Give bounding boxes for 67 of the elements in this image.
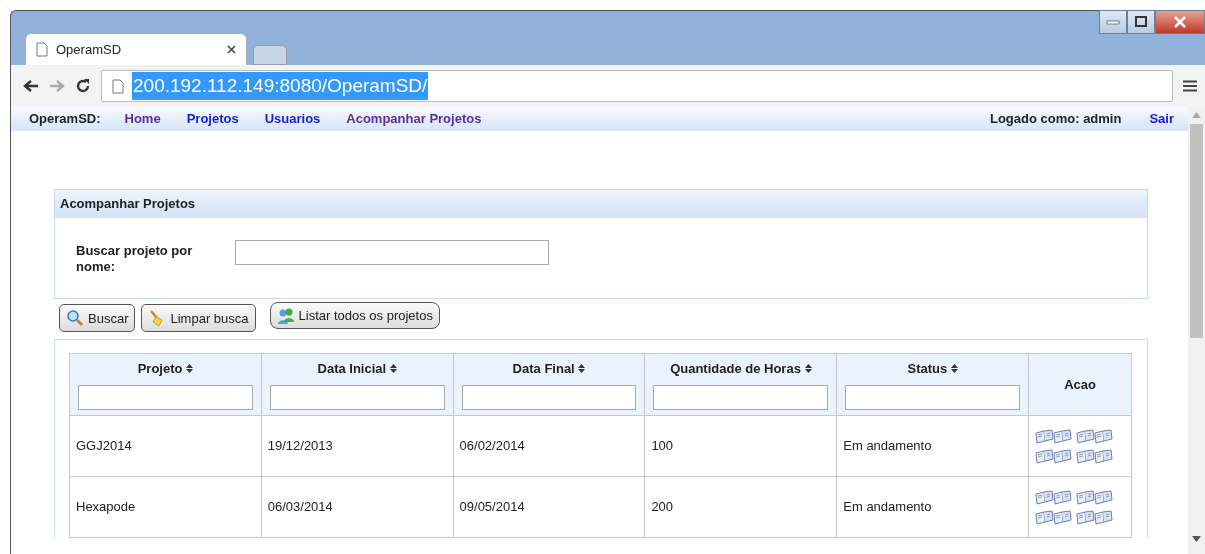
table-cell: Hexapode — [69, 476, 262, 538]
book-icon[interactable] — [1076, 446, 1115, 465]
column-header: Acao — [1028, 353, 1132, 416]
column-header[interactable]: Quantidade de Horas — [644, 353, 837, 416]
forward-arrow-icon[interactable] — [49, 79, 65, 93]
table-cell: Em andamento — [836, 415, 1029, 477]
book-icon[interactable] — [1035, 487, 1074, 506]
column-filter-field[interactable] — [461, 384, 637, 410]
table-cell: GGJ2014 — [69, 415, 262, 477]
table-cell: 09/05/2014 — [453, 476, 645, 538]
column-header[interactable]: Projeto — [69, 353, 262, 416]
column-filter-field[interactable] — [845, 384, 1021, 410]
book-icon[interactable] — [1035, 507, 1074, 526]
minimize-icon — [1106, 19, 1120, 25]
book-icon[interactable] — [1076, 507, 1115, 526]
column-header[interactable]: Data Final — [453, 353, 645, 416]
table-cell: 200 — [644, 476, 837, 538]
search-field[interactable] — [235, 239, 549, 265]
new-tab-button[interactable] — [253, 45, 287, 65]
search-button[interactable]: Buscar — [59, 304, 136, 333]
search-label: Buscar projeto por nome: — [76, 242, 194, 277]
table-cell: 06/03/2014 — [261, 476, 454, 538]
sort-icon[interactable] — [950, 364, 958, 374]
sort-icon[interactable] — [186, 364, 194, 374]
nav-link-item[interactable]: Home — [124, 109, 161, 129]
book-icon[interactable] — [1035, 426, 1074, 445]
brand-label: OperamSD: — [29, 110, 101, 129]
sort-icon[interactable] — [804, 364, 812, 374]
scroll-down-icon[interactable] — [1192, 536, 1201, 542]
table-cell: 100 — [644, 415, 837, 477]
close-button[interactable] — [1155, 10, 1205, 34]
people-icon — [276, 306, 295, 325]
tab-close-icon[interactable] — [227, 45, 236, 54]
nav-link-item[interactable]: Usuarios — [264, 109, 321, 129]
scroll-thumb[interactable] — [1190, 124, 1203, 338]
column-filter-field[interactable] — [653, 384, 829, 410]
nav-link-item[interactable]: Acompanhar Projetos — [346, 109, 482, 129]
maximize-icon — [1134, 16, 1148, 28]
clear-button[interactable]: Limpar busca — [141, 304, 256, 333]
table-cell: Em andamento — [836, 476, 1029, 538]
sort-icon[interactable] — [578, 364, 586, 374]
browser-tab[interactable]: OperamSD — [25, 33, 247, 65]
close-icon — [1173, 16, 1187, 28]
table-cell: 06/02/2014 — [453, 415, 645, 477]
logout-link[interactable]: Sair — [1149, 109, 1174, 129]
column-header[interactable]: Data Inicial — [261, 353, 454, 416]
scroll-up-icon[interactable] — [1192, 112, 1201, 118]
column-header[interactable]: Status — [836, 353, 1029, 416]
sort-icon[interactable] — [389, 364, 397, 374]
book-icon[interactable] — [1035, 446, 1074, 465]
panel-title: Acompanhar Projetos — [55, 190, 1147, 218]
back-arrow-icon[interactable] — [23, 79, 39, 93]
reload-icon[interactable] — [75, 78, 91, 94]
logged-user-label: Logado como: admin — [989, 110, 1122, 129]
menu-icon[interactable] — [1183, 80, 1197, 92]
table-cell: 19/12/2013 — [261, 415, 454, 477]
list-button[interactable]: Listar todos os projetos — [269, 302, 440, 330]
column-filter-field[interactable] — [269, 384, 445, 410]
column-filter-field[interactable] — [78, 384, 253, 410]
scrollbar[interactable] — [1188, 107, 1205, 554]
page-icon — [36, 42, 48, 57]
nav-link-item[interactable]: Projetos — [186, 109, 239, 129]
magnifier-icon — [66, 309, 84, 328]
book-icon[interactable] — [1076, 487, 1115, 506]
maximize-button[interactable] — [1127, 10, 1155, 34]
page-icon — [112, 78, 124, 94]
book-icon[interactable] — [1076, 426, 1115, 445]
